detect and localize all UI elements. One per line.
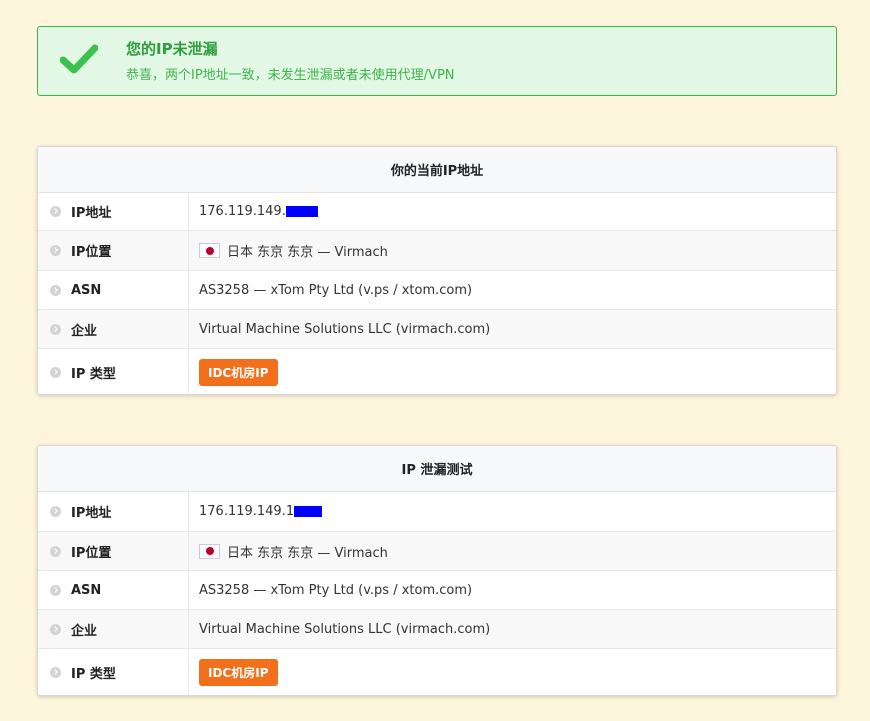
asn-value: AS3258 — xTom Pty Ltd (v.ps / xtom.com) bbox=[199, 282, 473, 298]
table-row-ip-address: IP地址 176.119.149.1 bbox=[38, 492, 836, 532]
redaction-mark bbox=[285, 206, 318, 217]
table-row-organization: 企业 Virtual Machine Solutions LLC (virmac… bbox=[38, 610, 836, 649]
table-row-ip-location: IP位置 日本 东京 东京 — Virmach bbox=[38, 532, 836, 571]
japan-flag-icon bbox=[199, 543, 220, 559]
table-row-ip-address: IP地址 176.119.149. bbox=[38, 193, 836, 231]
card-title: IP 泄漏测试 bbox=[38, 446, 836, 492]
ip-address-value: 176.119.149. bbox=[199, 204, 286, 219]
ip-address-value: 176.119.149.1 bbox=[199, 504, 295, 519]
row-label: IP 类型 bbox=[71, 366, 116, 382]
leak-status-alert: 您的IP未泄漏 恭喜，两个IP地址一致，未发生泄漏或者未使用代理/VPN bbox=[37, 26, 837, 96]
check-icon bbox=[60, 44, 98, 74]
chevron-right-circle-icon bbox=[50, 623, 61, 635]
chevron-right-circle-icon bbox=[50, 206, 61, 217]
row-label: 企业 bbox=[71, 323, 98, 339]
chevron-right-circle-icon bbox=[50, 545, 61, 557]
table-row-organization: 企业 Virtual Machine Solutions LLC (virmac… bbox=[38, 310, 836, 349]
redaction-mark bbox=[294, 506, 323, 517]
alert-description: 恭喜，两个IP地址一致，未发生泄漏或者未使用代理/VPN bbox=[126, 68, 455, 83]
chevron-right-circle-icon bbox=[50, 666, 61, 678]
chevron-right-circle-icon bbox=[50, 284, 61, 296]
chevron-right-circle-icon bbox=[50, 366, 61, 378]
row-label: IP地址 bbox=[71, 206, 112, 221]
ip-location-value: 日本 东京 东京 — Virmach bbox=[227, 545, 388, 561]
row-label: IP位置 bbox=[71, 245, 112, 260]
ip-location-value: 日本 东京 东京 — Virmach bbox=[227, 245, 388, 260]
row-label: IP 类型 bbox=[71, 666, 116, 682]
table-row-ip-location: IP位置 日本 东京 东京 — Virmach bbox=[38, 231, 836, 271]
chevron-right-circle-icon bbox=[50, 245, 61, 256]
asn-value: AS3258 — xTom Pty Ltd (v.ps / xtom.com) bbox=[199, 582, 473, 598]
chevron-right-circle-icon bbox=[50, 584, 61, 596]
chevron-right-circle-icon bbox=[50, 323, 61, 335]
table-row-ip-type: IP 类型 IDC机房IP bbox=[38, 349, 836, 394]
card-title: 你的当前IP地址 bbox=[38, 147, 836, 193]
table-row-asn: ASN AS3258 — xTom Pty Ltd (v.ps / xtom.c… bbox=[38, 571, 836, 610]
current-ip-card: 你的当前IP地址 IP地址 176.119.149. IP位置 日本 东京 东京… bbox=[37, 146, 837, 395]
table-row-ip-type: IP 类型 IDC机房IP bbox=[38, 649, 836, 695]
japan-flag-icon bbox=[199, 243, 220, 258]
ip-type-badge: IDC机房IP bbox=[199, 358, 278, 386]
row-label: IP位置 bbox=[71, 545, 112, 561]
row-label: ASN bbox=[71, 582, 102, 598]
organization-value: Virtual Machine Solutions LLC (virmach.c… bbox=[199, 321, 491, 337]
alert-title: 您的IP未泄漏 bbox=[126, 40, 218, 58]
row-label: 企业 bbox=[71, 623, 98, 639]
ip-type-badge: IDC机房IP bbox=[199, 658, 278, 686]
ip-leak-test-card: IP 泄漏测试 IP地址 176.119.149.1 IP位置 日本 东京 东京… bbox=[37, 445, 837, 696]
chevron-right-circle-icon bbox=[50, 506, 61, 517]
row-label: ASN bbox=[71, 282, 102, 298]
table-row-asn: ASN AS3258 — xTom Pty Ltd (v.ps / xtom.c… bbox=[38, 271, 836, 310]
row-label: IP地址 bbox=[71, 506, 112, 521]
organization-value: Virtual Machine Solutions LLC (virmach.c… bbox=[199, 621, 491, 637]
